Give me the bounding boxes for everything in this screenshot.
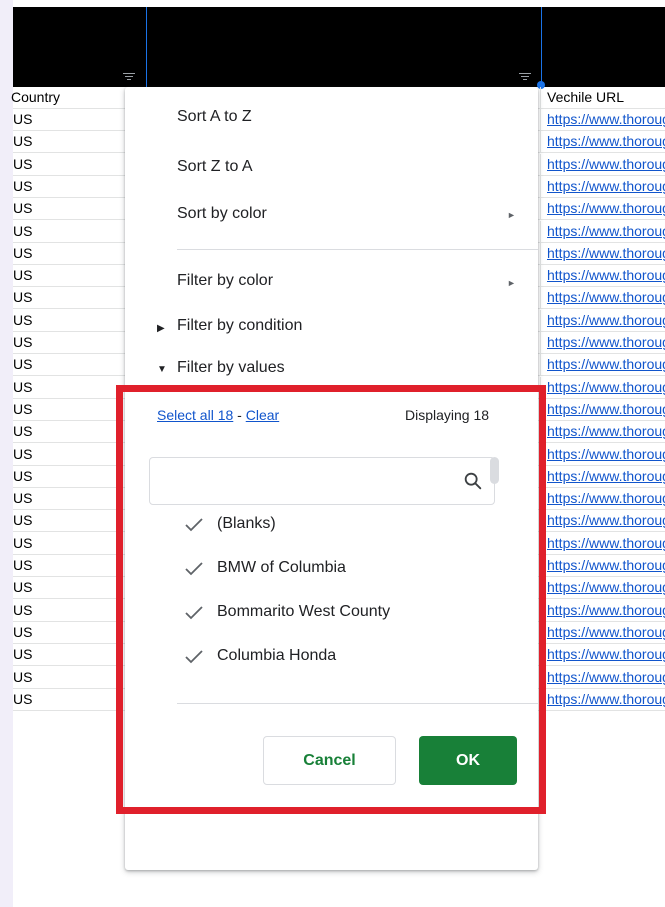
value-option-label: Bommarito West County bbox=[217, 603, 391, 620]
menu-item-filter-by-color[interactable]: Filter by color bbox=[177, 272, 273, 290]
select-all-link[interactable]: Select all 18 bbox=[157, 407, 233, 423]
values-search-box[interactable] bbox=[149, 457, 495, 505]
menu-item-sort-by-color[interactable]: Sort by color bbox=[177, 205, 267, 223]
cell-url[interactable]: https://www.thoroughbredford.com bbox=[541, 131, 665, 153]
cell-url[interactable]: https://www.thoroughbredford.com bbox=[541, 689, 665, 711]
cell-url[interactable]: https://www.thoroughbredford.com bbox=[541, 243, 665, 265]
menu-divider bbox=[177, 249, 538, 250]
values-divider bbox=[177, 703, 538, 704]
cell-url[interactable]: https://www.thoroughbredford.com bbox=[541, 510, 665, 532]
value-option-label: Columbia Honda bbox=[217, 647, 337, 664]
value-option[interactable]: (Blanks) bbox=[183, 512, 483, 538]
header-cell-url[interactable]: Vechile URL bbox=[541, 87, 665, 109]
cell-url[interactable]: https://www.thoroughbredford.com bbox=[541, 421, 665, 443]
cell-url[interactable]: https://www.thoroughbredford.com bbox=[541, 466, 665, 488]
column-divider bbox=[541, 7, 542, 87]
cell-url[interactable]: https://www.thoroughbredford.com bbox=[541, 198, 665, 220]
cell-url[interactable]: https://www.thoroughbredford.com bbox=[541, 377, 665, 399]
caret-right-icon: ▶ bbox=[157, 323, 165, 334]
cancel-button[interactable]: Cancel bbox=[263, 736, 396, 785]
check-icon[interactable] bbox=[183, 648, 205, 666]
filter-icon[interactable] bbox=[123, 73, 135, 83]
cell-url[interactable]: https://www.thoroughbredford.com bbox=[541, 667, 665, 689]
link-separator: - bbox=[233, 407, 246, 423]
menu-item-filter-by-values[interactable]: Filter by values bbox=[177, 359, 285, 377]
cell-url[interactable]: https://www.thoroughbredford.com bbox=[541, 109, 665, 131]
cell-url[interactable]: https://www.thoroughbredford.com bbox=[541, 154, 665, 176]
search-icon[interactable] bbox=[462, 470, 484, 492]
chevron-right-icon: ► bbox=[507, 278, 516, 288]
check-icon[interactable] bbox=[183, 604, 205, 622]
check-icon[interactable] bbox=[183, 560, 205, 578]
column-divider bbox=[146, 7, 147, 87]
cell-url[interactable]: https://www.thoroughbredford.com bbox=[541, 354, 665, 376]
cell-url[interactable]: https://www.thoroughbredford.com bbox=[541, 399, 665, 421]
clear-link[interactable]: Clear bbox=[246, 407, 279, 423]
cell-url[interactable]: https://www.thoroughbredford.com bbox=[541, 555, 665, 577]
displaying-count: Displaying 18 bbox=[405, 407, 490, 423]
menu-item-sort-z-a[interactable]: Sort Z to A bbox=[177, 158, 253, 176]
value-option[interactable]: BMW of Columbia bbox=[183, 556, 483, 582]
cell-url[interactable]: https://www.thoroughbredford.com bbox=[541, 444, 665, 466]
value-option[interactable]: Columbia Honda bbox=[183, 644, 483, 670]
caret-down-icon: ▼ bbox=[157, 364, 167, 375]
menu-item-sort-a-z[interactable]: Sort A to Z bbox=[177, 108, 252, 126]
value-option[interactable]: Bommarito West County bbox=[183, 600, 483, 626]
value-option-label: BMW of Columbia bbox=[217, 559, 346, 576]
cell-url[interactable]: https://www.thoroughbredford.com bbox=[541, 577, 665, 599]
ok-button[interactable]: OK bbox=[419, 736, 517, 785]
cell-url[interactable]: https://www.thoroughbredford.com bbox=[541, 287, 665, 309]
row-header-strip bbox=[0, 0, 13, 907]
cell-url[interactable]: https://www.thoroughbredford.com bbox=[541, 622, 665, 644]
check-icon[interactable] bbox=[183, 516, 205, 534]
cell-url[interactable]: https://www.thoroughbredford.com bbox=[541, 221, 665, 243]
cell-url[interactable]: https://www.thoroughbredford.com bbox=[541, 332, 665, 354]
frozen-header-band bbox=[13, 7, 665, 87]
cell-url[interactable]: https://www.thoroughbredford.com bbox=[541, 600, 665, 622]
menu-item-filter-by-condition[interactable]: Filter by condition bbox=[177, 317, 302, 335]
cell-url[interactable]: https://www.thoroughbredford.com bbox=[541, 533, 665, 555]
cell-url[interactable]: https://www.thoroughbredford.com bbox=[541, 488, 665, 510]
select-links: Select all 18 - Clear bbox=[157, 407, 279, 423]
cell-url[interactable]: https://www.thoroughbredford.com bbox=[541, 265, 665, 287]
values-search-input[interactable] bbox=[160, 470, 450, 494]
value-option-label: (Blanks) bbox=[217, 515, 276, 532]
cell-url[interactable]: https://www.thoroughbredford.com bbox=[541, 310, 665, 332]
cell-url[interactable]: https://www.thoroughbredford.com bbox=[541, 176, 665, 198]
filter-icon[interactable] bbox=[519, 73, 531, 83]
values-scrollbar[interactable] bbox=[490, 457, 499, 484]
filter-menu: Sort A to Z Sort Z to A Sort by color ► … bbox=[125, 87, 538, 870]
chevron-right-icon: ► bbox=[507, 210, 516, 220]
cell-url[interactable]: https://www.thoroughbredford.com bbox=[541, 644, 665, 666]
